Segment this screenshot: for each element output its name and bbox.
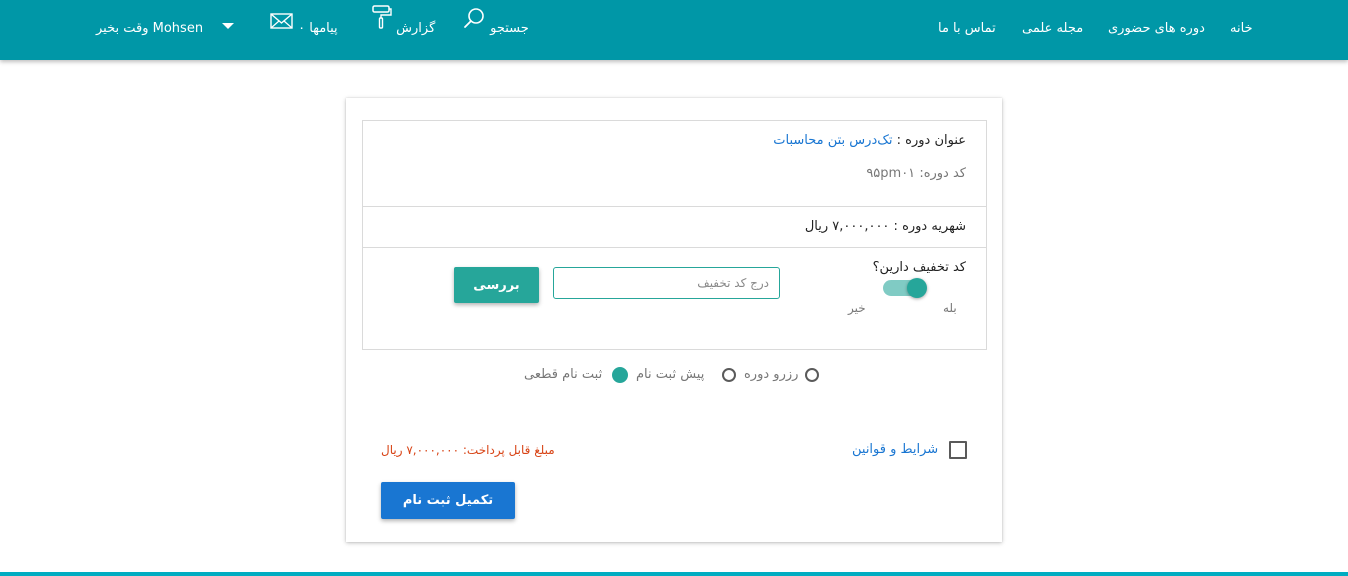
radio-pre-registration-label[interactable]: پیش ثبت نام — [636, 367, 704, 382]
course-title-label: عنوان دوره : — [896, 133, 966, 148]
discount-yes-label: بله — [943, 301, 957, 315]
discount-code-input[interactable] — [553, 267, 780, 299]
top-navbar: خانه دوره های حضوری مجله علمی تماس با ما… — [0, 0, 1348, 60]
course-title-link[interactable]: تک‌درس بتن محاسبات — [773, 133, 892, 148]
radio-final-registration-label[interactable]: ثبت نام قطعی — [524, 367, 602, 382]
discount-question: کد تخفیف دارین؟ — [872, 260, 966, 275]
user-greeting[interactable]: Mohsen وقت بخیر — [96, 0, 203, 60]
nav-home[interactable]: خانه — [1230, 0, 1253, 60]
divider — [363, 247, 986, 248]
search-icon — [462, 0, 486, 56]
radio-reserve-course[interactable] — [805, 368, 819, 382]
nav-messages-label: پیامها ۰ — [298, 21, 338, 36]
terms-checkbox[interactable] — [949, 441, 967, 459]
nav-search[interactable]: جستجو — [462, 0, 529, 60]
nav-messages[interactable]: پیامها ۰ — [270, 0, 338, 60]
discount-no-label: خیر — [848, 301, 866, 315]
envelope-icon — [270, 0, 294, 56]
course-code-row: کد دوره: ۹۵pm۰۱ — [866, 166, 966, 181]
divider — [363, 206, 986, 207]
discount-toggle-thumb[interactable] — [907, 278, 927, 298]
course-code-label: کد دوره: — [919, 166, 966, 181]
nav-report-label: گزارش — [396, 21, 436, 36]
course-info-box: عنوان دوره : تک‌درس بتن محاسبات کد دوره:… — [362, 120, 987, 350]
course-title-row: عنوان دوره : تک‌درس بتن محاسبات — [773, 133, 966, 148]
user-menu-toggle[interactable] — [222, 0, 234, 60]
radio-final-registration[interactable] — [612, 367, 628, 383]
radio-pre-registration[interactable] — [722, 368, 736, 382]
nav-journal[interactable]: مجله علمی — [1022, 0, 1083, 60]
nav-search-label: جستجو — [490, 21, 529, 36]
nav-report[interactable]: گزارش — [370, 0, 435, 60]
course-fee: شهریه دوره : ۷,۰۰۰,۰۰۰ ریال — [804, 219, 966, 234]
caret-down-icon — [222, 0, 234, 56]
nav-contact[interactable]: تماس با ما — [938, 0, 996, 60]
complete-registration-button[interactable]: تکمیل ثبت نام — [381, 482, 515, 519]
nav-in-person-courses[interactable]: دوره های حضوری — [1108, 0, 1205, 60]
course-code-value: ۹۵pm۰۱ — [866, 166, 916, 181]
check-discount-button[interactable]: بررسی — [454, 267, 539, 303]
terms-link[interactable]: شرایط و قوانین — [852, 442, 938, 457]
registration-card: عنوان دوره : تک‌درس بتن محاسبات کد دوره:… — [346, 98, 1002, 542]
payable-amount: مبلغ قابل پرداخت: ۷,۰۰۰,۰۰۰ ریال — [381, 443, 555, 457]
radio-reserve-course-label[interactable]: رزرو دوره — [744, 367, 798, 382]
footer-accent-line — [0, 572, 1348, 576]
paint-roller-icon — [370, 0, 392, 56]
